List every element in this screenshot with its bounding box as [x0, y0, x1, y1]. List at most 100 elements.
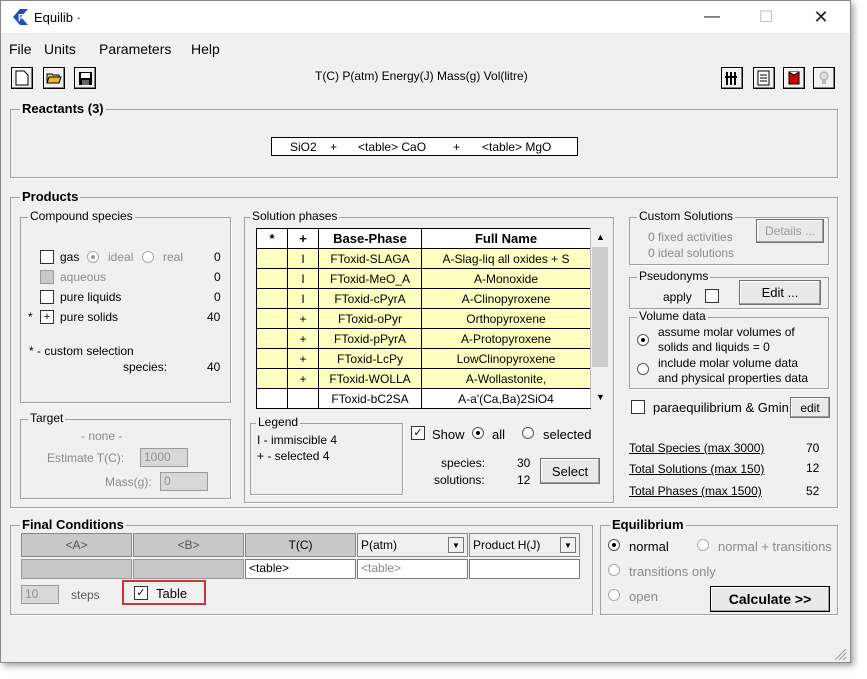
paraequilibrium-checkbox[interactable] [631, 400, 645, 414]
col-header-full-name[interactable]: Full Name [421, 228, 591, 249]
table-row[interactable]: + FToxid-oPyr Orthopyroxene [256, 308, 591, 329]
tips-button[interactable] [813, 67, 835, 89]
cell-star[interactable] [256, 268, 288, 289]
cell-plus[interactable]: I [287, 248, 319, 269]
show-selected-radio[interactable] [522, 427, 534, 439]
cell-star[interactable] [256, 388, 288, 409]
details-button[interactable]: Details ... [756, 219, 824, 243]
scroll-up-icon[interactable]: ▲ [593, 230, 608, 245]
calculate-button[interactable]: Calculate >> [710, 586, 830, 612]
menu-help[interactable]: Help [191, 41, 220, 57]
table-row[interactable]: I FToxid-SLAGA A-Slag-liq all oxides + S [256, 248, 591, 269]
menu-units[interactable]: Units [44, 41, 76, 57]
cell-star[interactable] [256, 368, 288, 389]
cell-base-phase[interactable]: FToxid-LcPy [318, 348, 422, 369]
maximize-button[interactable]: ☐ [743, 1, 789, 33]
estimate-t-field[interactable]: 1000 [140, 448, 188, 467]
cell-full-name[interactable]: A-Slag-liq all oxides + S [421, 248, 591, 269]
total-solutions-label[interactable]: Total Solutions (max 150) [629, 462, 764, 476]
ideal-radio[interactable] [87, 251, 99, 263]
cell-full-name[interactable]: Orthopyroxene [421, 308, 591, 329]
col-h-header[interactable]: Product H(J) ▼ [469, 533, 580, 557]
select-button[interactable]: Select [540, 458, 600, 484]
reactants-box[interactable]: SiO2 + <table> CaO + <table> MgO [271, 137, 578, 156]
cell-base-phase[interactable]: FToxid-bC2SA [318, 388, 422, 409]
table-row[interactable]: + FToxid-WOLLA A-Wollastonite, [256, 368, 591, 389]
cell-plus[interactable]: + [287, 348, 319, 369]
save-button[interactable] [74, 67, 96, 89]
pure-solids-checkbox[interactable]: + [40, 310, 54, 324]
gas-checkbox[interactable] [40, 250, 54, 264]
cell-star[interactable] [256, 328, 288, 349]
cell-base-phase[interactable]: FToxid-SLAGA [318, 248, 422, 269]
apply-checkbox[interactable] [705, 289, 719, 303]
show-all-radio[interactable] [472, 427, 484, 439]
cell-base-phase[interactable]: FToxid-WOLLA [318, 368, 422, 389]
new-button[interactable] [11, 67, 33, 89]
col-header-base-phase[interactable]: Base-Phase [318, 228, 422, 249]
cell-plus[interactable]: + [287, 368, 319, 389]
scroll-thumb[interactable] [592, 247, 608, 367]
cell-plus[interactable] [287, 388, 319, 409]
menu-file[interactable]: File [9, 41, 32, 57]
cell-full-name[interactable]: A-a'(Ca,Ba)2SiO4 [421, 388, 591, 409]
minimize-button[interactable]: — [689, 1, 735, 33]
normal-transitions-radio[interactable] [697, 539, 709, 551]
show-checkbox[interactable]: ✓ [411, 426, 425, 440]
col-p-header[interactable]: P(atm) ▼ [357, 533, 468, 557]
transitions-only-radio[interactable] [608, 564, 620, 576]
menu-window-button[interactable] [721, 67, 743, 89]
table-row[interactable]: + FToxid-LcPy LowClinopyroxene [256, 348, 591, 369]
col-header-star[interactable]: * [256, 228, 288, 249]
assume-volumes-radio[interactable] [637, 334, 649, 346]
table-row[interactable]: + FToxid-pPyrA A-Protopyroxene [256, 328, 591, 349]
aqueous-checkbox[interactable] [40, 270, 54, 284]
total-species-label[interactable]: Total Species (max 3000) [629, 441, 764, 455]
cell-full-name[interactable]: A-Clinopyroxene [421, 288, 591, 309]
h-value-field[interactable] [469, 559, 580, 579]
menu-parameters[interactable]: Parameters [99, 41, 171, 57]
col-header-plus[interactable]: + [287, 228, 319, 249]
cell-plus[interactable]: + [287, 308, 319, 329]
steps-field[interactable]: 10 [21, 585, 59, 604]
normal-radio[interactable] [608, 539, 620, 551]
cell-plus[interactable]: I [287, 268, 319, 289]
chevron-down-icon[interactable]: ▼ [448, 537, 464, 553]
col-t-header[interactable]: T(C) [245, 533, 356, 557]
cell-full-name[interactable]: A-Protopyroxene [421, 328, 591, 349]
table-checkbox[interactable]: ✓ [134, 586, 148, 600]
table-row[interactable]: I FToxid-MeO_A A-Monoxide [256, 268, 591, 289]
cell-plus[interactable]: + [287, 328, 319, 349]
help-book-button[interactable] [783, 67, 805, 89]
cell-base-phase[interactable]: FToxid-MeO_A [318, 268, 422, 289]
cell-base-phase[interactable]: FToxid-cPyrA [318, 288, 422, 309]
cell-plus[interactable]: I [287, 288, 319, 309]
open-radio[interactable] [608, 589, 620, 601]
include-volumes-radio[interactable] [637, 363, 649, 375]
close-button[interactable]: ✕ [798, 1, 844, 33]
cell-base-phase[interactable]: FToxid-oPyr [318, 308, 422, 329]
table-row[interactable]: I FToxid-cPyrA A-Clinopyroxene [256, 288, 591, 309]
solution-scrollbar[interactable]: ▲ ▼ [590, 228, 609, 408]
real-radio[interactable] [142, 251, 154, 263]
cell-star[interactable] [256, 248, 288, 269]
report-button[interactable] [753, 67, 775, 89]
cell-full-name[interactable]: A-Monoxide [421, 268, 591, 289]
col-a-header[interactable]: <A> [21, 533, 132, 557]
cell-full-name[interactable]: A-Wollastonite, [421, 368, 591, 389]
pure-liquids-checkbox[interactable] [40, 290, 54, 304]
t-value-field[interactable]: <table> [245, 559, 356, 579]
scroll-down-icon[interactable]: ▼ [593, 390, 608, 405]
chevron-down-icon[interactable]: ▼ [560, 537, 576, 553]
cell-base-phase[interactable]: FToxid-pPyrA [318, 328, 422, 349]
open-button[interactable] [43, 67, 65, 89]
cell-star[interactable] [256, 348, 288, 369]
cell-star[interactable] [256, 288, 288, 309]
p-value-field[interactable]: <table> [357, 559, 468, 579]
total-phases-label[interactable]: Total Phases (max 1500) [629, 484, 762, 498]
table-row[interactable]: FToxid-bC2SA A-a'(Ca,Ba)2SiO4 [256, 388, 591, 409]
paraequilibrium-edit-button[interactable]: edit [790, 397, 830, 418]
cell-full-name[interactable]: LowClinopyroxene [421, 348, 591, 369]
cell-star[interactable] [256, 308, 288, 329]
col-b-header[interactable]: <B> [133, 533, 244, 557]
